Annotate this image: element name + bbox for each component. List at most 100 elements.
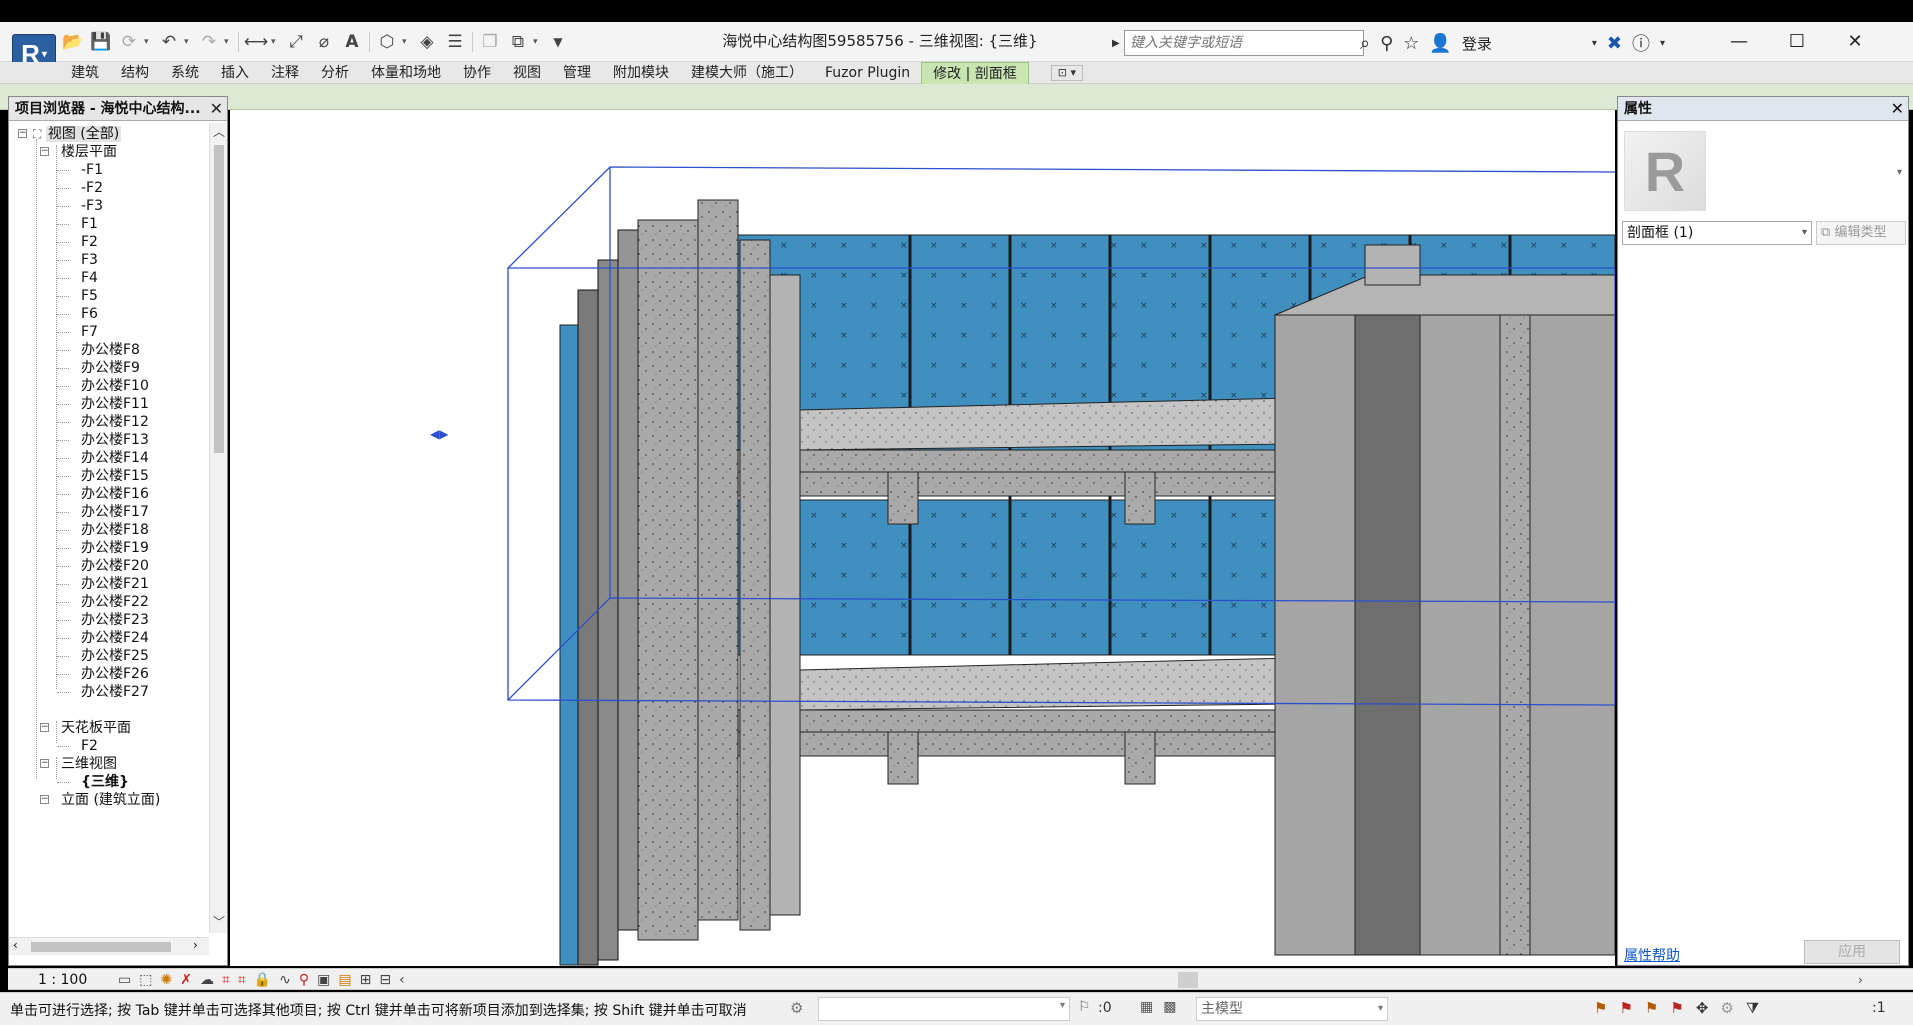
tab-insert[interactable]: 插入 bbox=[210, 62, 260, 84]
scrollbar-thumb[interactable] bbox=[214, 145, 224, 453]
render-icon[interactable]: ☁ bbox=[200, 972, 214, 988]
select-by-face-icon[interactable]: ⚑ bbox=[1670, 999, 1683, 1019]
search-input[interactable] bbox=[1124, 30, 1364, 56]
close-icon[interactable]: ✕ bbox=[1891, 97, 1904, 121]
user-icon[interactable]: 👤 bbox=[1429, 33, 1451, 54]
collapse-toggle[interactable]: − bbox=[40, 723, 49, 732]
exchange-apps-icon[interactable]: ✖ bbox=[1607, 33, 1622, 54]
select-pinned-icon[interactable]: ⚑ bbox=[1645, 999, 1658, 1019]
select-links-icon[interactable]: ⚑ bbox=[1594, 999, 1607, 1019]
save-icon[interactable]: 💾 bbox=[88, 29, 114, 55]
undo-icon[interactable]: ↶ bbox=[156, 29, 182, 55]
editable-only-icon[interactable]: ⚐ bbox=[1078, 999, 1091, 1015]
section-icon[interactable]: ◈ bbox=[414, 29, 440, 55]
chevron-down-icon[interactable]: ▾ bbox=[1660, 38, 1665, 49]
reveal-hidden-icon[interactable]: ⚲ bbox=[299, 972, 309, 988]
design-options-icon[interactable]: ▦ bbox=[1140, 999, 1153, 1019]
tab-systems[interactable]: 系统 bbox=[160, 62, 210, 84]
dimension-icon[interactable]: ⤢ bbox=[283, 29, 309, 55]
close-button[interactable]: ✕ bbox=[1826, 24, 1884, 58]
shadows-icon[interactable]: ✗ bbox=[180, 972, 192, 988]
tab-structure[interactable]: 结构 bbox=[110, 62, 160, 84]
communication-icon[interactable]: ⚲ bbox=[1380, 33, 1393, 54]
help-icon[interactable]: ⓘ bbox=[1632, 30, 1650, 56]
main-model-icon[interactable]: ▩ bbox=[1163, 999, 1176, 1019]
ribbon-minimize-toggle[interactable]: ⊡ ▾ bbox=[1050, 65, 1084, 81]
chevron-left-icon[interactable]: ‹ bbox=[13, 938, 18, 952]
background-process-icon[interactable]: ⚙ bbox=[1720, 999, 1733, 1019]
browser-vertical-scrollbar[interactable]: ︿ ﹀ bbox=[209, 123, 227, 933]
worksets-icon[interactable]: ⚙ bbox=[790, 999, 803, 1017]
edit-type-button[interactable]: ⧉ 编辑类型 bbox=[1816, 221, 1906, 245]
core-wall-left[interactable] bbox=[1274, 314, 1356, 956]
core-pilaster[interactable] bbox=[1499, 314, 1531, 956]
binoculars-icon[interactable]: ⌕ bbox=[1360, 33, 1370, 54]
chevron-down-icon[interactable]: ▾ bbox=[1592, 38, 1597, 49]
tab-collaborate[interactable]: 协作 bbox=[452, 62, 502, 84]
minimize-button[interactable]: — bbox=[1710, 24, 1768, 58]
filter-icon[interactable]: ⧩ bbox=[1746, 999, 1759, 1019]
lock-view-icon[interactable]: 🔒 bbox=[254, 972, 271, 988]
core-wall-right[interactable] bbox=[1529, 314, 1615, 956]
chevron-down-icon[interactable]: ﹀ bbox=[210, 913, 228, 931]
column-left-side[interactable] bbox=[697, 199, 739, 921]
visual-style-icon[interactable]: ⬚ bbox=[139, 972, 152, 988]
collapse-toggle[interactable]: − bbox=[18, 129, 27, 138]
tab-modify-section-box[interactable]: 修改 | 剖面框 bbox=[921, 62, 1029, 84]
reveal-constraints-icon[interactable]: ⊟ bbox=[379, 972, 391, 988]
open-icon[interactable]: 📂 bbox=[60, 29, 86, 55]
core-wall-mid[interactable] bbox=[1419, 314, 1501, 956]
collapse-toggle[interactable]: − bbox=[40, 795, 49, 804]
column-left-front[interactable] bbox=[637, 219, 699, 941]
chevron-down-icon[interactable]: ▾ bbox=[402, 37, 412, 47]
show-crop-icon[interactable]: ⌗ bbox=[238, 972, 246, 988]
close-icon[interactable]: ✕ bbox=[210, 97, 223, 121]
column-left-3[interactable] bbox=[769, 274, 801, 916]
switch-windows-icon[interactable]: ⧉ bbox=[505, 29, 531, 55]
crop-view-icon[interactable]: ⌗ bbox=[222, 972, 230, 988]
text-icon[interactable]: A bbox=[339, 29, 365, 55]
workset-selector[interactable]: ▾ bbox=[818, 997, 1070, 1021]
column-stub[interactable] bbox=[1124, 471, 1156, 525]
tab-add-ins[interactable]: 附加模块 bbox=[602, 62, 680, 84]
tab-analyze[interactable]: 分析 bbox=[310, 62, 360, 84]
worksharing-icon[interactable]: ▤ bbox=[338, 972, 351, 988]
collapse-toggle[interactable]: − bbox=[40, 147, 49, 156]
view-horizontal-scroll-thumb[interactable] bbox=[1178, 972, 1198, 988]
detail-level-icon[interactable]: ▭ bbox=[118, 972, 131, 988]
star-icon[interactable]: ☆ bbox=[1403, 33, 1419, 54]
analytical-model-icon[interactable]: ⊞ bbox=[360, 972, 372, 988]
chevron-up-icon[interactable]: ︿ bbox=[210, 123, 228, 141]
column-stub[interactable] bbox=[1124, 731, 1156, 785]
design-option-selector[interactable]: 主模型 ▾ bbox=[1196, 997, 1388, 1021]
customize-toolbar-icon[interactable]: ▼ bbox=[545, 29, 571, 55]
chevron-right-icon[interactable]: › bbox=[1858, 969, 1863, 991]
column-left-2[interactable] bbox=[739, 239, 771, 931]
tab-fuzor-plugin[interactable]: Fuzor Plugin bbox=[814, 62, 921, 84]
login-link[interactable]: 登录 bbox=[1462, 33, 1492, 54]
collapse-toggle[interactable]: − bbox=[40, 759, 49, 768]
maximize-button[interactable]: ☐ bbox=[1768, 24, 1826, 58]
apply-button[interactable]: 应用 bbox=[1804, 940, 1900, 964]
column-stub[interactable] bbox=[887, 471, 919, 525]
3d-view-icon[interactable]: ⬡ bbox=[374, 29, 400, 55]
tree-group-elevations[interactable]: 立面 (建筑立面) bbox=[61, 789, 160, 811]
3d-view-canvas[interactable]: × bbox=[230, 110, 1615, 966]
view-scale[interactable]: 1 : 100 bbox=[38, 969, 87, 991]
close-hidden-icon[interactable]: ❐ bbox=[477, 29, 503, 55]
chevron-down-icon[interactable]: ▾ bbox=[144, 37, 154, 47]
type-selector[interactable]: 剖面框 (1) ▾ bbox=[1622, 221, 1812, 245]
temporary-properties-icon[interactable]: ▣ bbox=[317, 972, 330, 988]
browser-horizontal-scrollbar[interactable]: ‹ › bbox=[9, 937, 209, 955]
tree-item-floor-plan[interactable]: 办公楼F27 bbox=[81, 681, 149, 703]
scrollbar-thumb[interactable] bbox=[31, 942, 171, 952]
tab-architecture[interactable]: 建筑 bbox=[60, 62, 110, 84]
chevron-down-icon[interactable]: ▾ bbox=[533, 37, 543, 47]
redo-icon[interactable]: ↷ bbox=[196, 29, 222, 55]
core-wall-dark[interactable] bbox=[1354, 314, 1421, 956]
chevron-down-icon[interactable]: ▾ bbox=[271, 37, 281, 47]
tag-icon[interactable]: ⌀ bbox=[311, 29, 337, 55]
building-model[interactable]: × bbox=[230, 110, 1615, 966]
chevron-down-icon[interactable]: ▾ bbox=[184, 37, 194, 47]
tab-annotate[interactable]: 注释 bbox=[260, 62, 310, 84]
